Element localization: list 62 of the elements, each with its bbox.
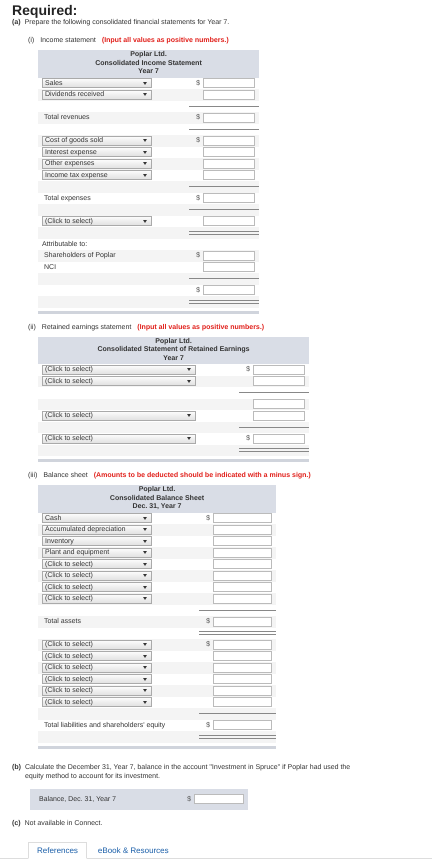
- caret-icon: [143, 220, 147, 223]
- input-field[interactable]: [213, 548, 272, 558]
- caret-icon: [143, 574, 147, 578]
- caret-icon: [187, 437, 191, 440]
- caret-icon: [143, 678, 147, 681]
- input-field[interactable]: [213, 686, 272, 696]
- caret-icon: [143, 562, 147, 566]
- input-field[interactable]: [203, 262, 255, 272]
- input-field[interactable]: [194, 794, 244, 804]
- input-field[interactable]: [213, 697, 272, 708]
- input-field[interactable]: [203, 136, 255, 146]
- tab[interactable]: References: [28, 842, 87, 858]
- caret-icon: [143, 93, 147, 96]
- caret-icon: [143, 150, 147, 154]
- input-field[interactable]: [213, 662, 272, 673]
- caret-icon: [187, 380, 191, 383]
- caret-icon: [143, 551, 147, 554]
- input-field[interactable]: [203, 170, 255, 180]
- caret-icon: [143, 597, 147, 600]
- input-field[interactable]: [213, 616, 272, 627]
- input-field[interactable]: [213, 582, 272, 592]
- input-field[interactable]: [213, 513, 272, 524]
- caret-icon: [143, 643, 147, 646]
- input-field[interactable]: [253, 399, 305, 410]
- input-field[interactable]: [213, 720, 272, 730]
- input-field[interactable]: [213, 524, 272, 535]
- input-field[interactable]: [203, 90, 255, 100]
- input-field[interactable]: [213, 651, 272, 662]
- caret-icon: [143, 174, 147, 177]
- page-heading: Required:: [12, 3, 78, 18]
- input-field[interactable]: [203, 285, 255, 296]
- input-field[interactable]: [253, 434, 305, 444]
- caret-icon: [143, 139, 147, 142]
- caret-icon: [143, 516, 147, 520]
- caret-icon: [143, 162, 147, 166]
- caret-icon: [143, 700, 147, 704]
- caret-icon: [143, 540, 147, 543]
- input-field[interactable]: [203, 193, 255, 204]
- input-field[interactable]: [253, 364, 305, 375]
- input-field[interactable]: [213, 570, 272, 581]
- input-field[interactable]: [203, 112, 255, 123]
- caret-icon: [143, 82, 147, 85]
- input-field[interactable]: [213, 559, 272, 570]
- input-field[interactable]: [203, 147, 255, 158]
- input-field[interactable]: [213, 536, 272, 546]
- caret-icon: [143, 586, 147, 589]
- input-field[interactable]: [203, 216, 255, 226]
- caret-icon: [143, 528, 147, 532]
- input-field[interactable]: [213, 640, 272, 650]
- input-field[interactable]: [203, 250, 255, 261]
- tab[interactable]: eBook & Resources: [88, 842, 178, 858]
- input-field[interactable]: [203, 78, 255, 88]
- caret-icon: [143, 689, 147, 692]
- caret-icon: [187, 368, 191, 372]
- input-field[interactable]: [253, 376, 305, 386]
- input-field[interactable]: [213, 594, 272, 604]
- caret-icon: [143, 666, 147, 670]
- input-field[interactable]: [203, 158, 255, 169]
- caret-icon: [187, 414, 191, 418]
- caret-icon: [143, 654, 147, 658]
- input-field[interactable]: [253, 410, 305, 421]
- input-field[interactable]: [213, 674, 272, 684]
